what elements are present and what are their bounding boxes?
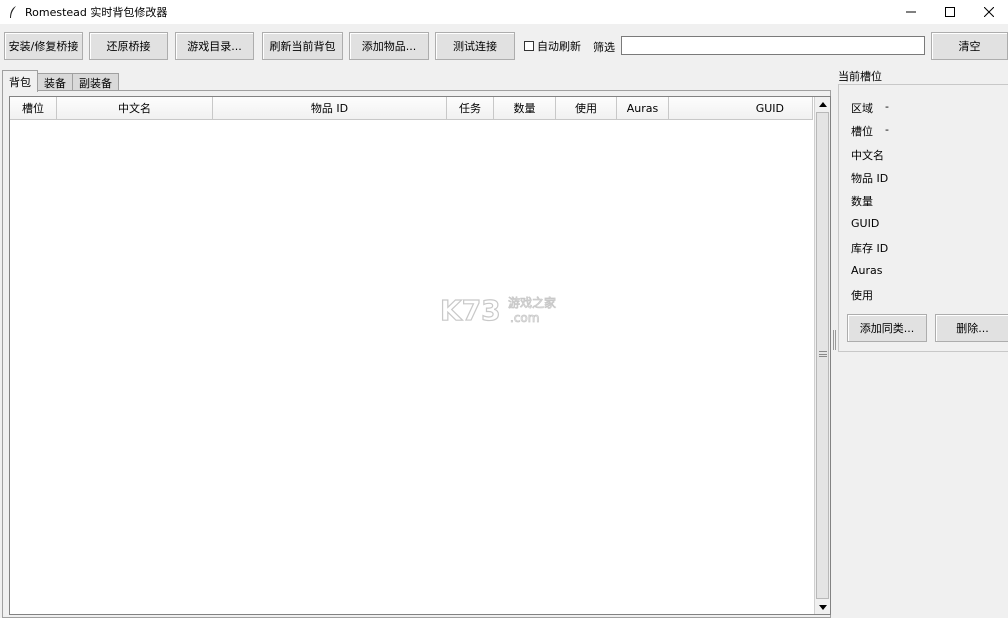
detail-field-zone: 区域 - bbox=[851, 100, 889, 116]
field-label: GUID bbox=[851, 217, 880, 230]
field-value: - bbox=[885, 100, 889, 113]
filter-input[interactable] bbox=[621, 36, 925, 55]
close-icon bbox=[983, 7, 994, 17]
toolbar: 安装/修复桥接 还原桥接 游戏目录... 刷新当前背包 添加物品... 测试连接… bbox=[0, 24, 1008, 64]
add-similar-button[interactable]: 添加同类... bbox=[847, 314, 927, 342]
watermark-brand: K73 bbox=[440, 294, 501, 326]
game-dir-button[interactable]: 游戏目录... bbox=[175, 32, 254, 60]
clear-button[interactable]: 清空 bbox=[931, 32, 1008, 60]
restore-bridge-button[interactable]: 还原桥接 bbox=[89, 32, 168, 60]
detail-field-slot: 槽位 - bbox=[851, 123, 889, 139]
table-body[interactable] bbox=[10, 120, 813, 614]
minimize-button[interactable] bbox=[891, 0, 930, 24]
scroll-up-icon bbox=[818, 101, 827, 107]
field-label: 区域 bbox=[851, 102, 873, 115]
detail-field-item-id: 物品 ID bbox=[851, 170, 900, 186]
detail-group-title: 当前槽位 bbox=[838, 70, 882, 83]
auto-refresh-checkbox[interactable] bbox=[524, 41, 534, 51]
detail-field-guid: GUID bbox=[851, 217, 891, 230]
filter-label: 筛选 bbox=[593, 41, 615, 54]
column-header-auras[interactable]: Auras bbox=[617, 97, 669, 120]
auto-refresh-label: 自动刷新 bbox=[537, 40, 581, 53]
inventory-table[interactable]: 槽位 中文名 物品 ID 任务 数量 使用 Auras GUID bbox=[9, 96, 831, 615]
tab-panel: 槽位 中文名 物品 ID 任务 数量 使用 Auras GUID bbox=[2, 90, 831, 618]
field-label: 中文名 bbox=[851, 149, 884, 162]
left-pane: 背包 装备 副装备 槽位 中文名 物品 ID 任务 数量 使用 Auras GU… bbox=[0, 64, 832, 618]
maximize-button[interactable] bbox=[930, 0, 969, 24]
field-label: 槽位 bbox=[851, 125, 873, 138]
table-header: 槽位 中文名 物品 ID 任务 数量 使用 Auras GUID bbox=[10, 97, 813, 120]
grip-icon bbox=[819, 351, 827, 357]
close-button[interactable] bbox=[969, 0, 1008, 24]
right-pane: 当前槽位 区域 - 槽位 - 中文名 物品 ID 数量 GUID 库存 ID A… bbox=[836, 64, 1008, 618]
field-label: 库存 ID bbox=[851, 242, 889, 255]
column-header-slot[interactable]: 槽位 bbox=[10, 97, 57, 120]
scroll-up-button[interactable] bbox=[815, 97, 830, 111]
field-label: 使用 bbox=[851, 289, 873, 302]
field-value: - bbox=[885, 123, 889, 136]
title-bar: Romestead 实时背包修改器 bbox=[0, 0, 1008, 24]
watermark-sub: 游戏之家 bbox=[508, 295, 556, 310]
field-label: 数量 bbox=[851, 195, 873, 208]
detail-field-name: 中文名 bbox=[851, 147, 896, 163]
column-header-use[interactable]: 使用 bbox=[556, 97, 617, 120]
refresh-bag-button[interactable]: 刷新当前背包 bbox=[262, 32, 343, 60]
feather-icon bbox=[5, 4, 21, 20]
watermark-logo: K73 游戏之家 .com bbox=[439, 292, 570, 327]
detail-group: 区域 - 槽位 - 中文名 物品 ID 数量 GUID 库存 ID Auras bbox=[838, 84, 1008, 352]
field-label: Auras bbox=[851, 264, 883, 277]
column-header-name[interactable]: 中文名 bbox=[57, 97, 213, 120]
test-connection-button[interactable]: 测试连接 bbox=[435, 32, 515, 60]
scroll-down-button[interactable] bbox=[815, 600, 830, 614]
column-header-quantity[interactable]: 数量 bbox=[494, 97, 556, 120]
scroll-thumb[interactable] bbox=[816, 112, 829, 599]
delete-button[interactable]: 删除... bbox=[935, 314, 1008, 342]
install-bridge-button[interactable]: 安装/修复桥接 bbox=[4, 32, 83, 60]
watermark-domain: .com bbox=[510, 311, 539, 325]
column-header-quest[interactable]: 任务 bbox=[447, 97, 494, 120]
detail-field-inventory-id: 库存 ID bbox=[851, 240, 900, 256]
scroll-down-icon bbox=[818, 604, 827, 610]
minimize-icon bbox=[905, 11, 916, 13]
maximize-icon bbox=[944, 7, 955, 17]
column-header-item-id[interactable]: 物品 ID bbox=[213, 97, 447, 120]
auto-refresh-toggle[interactable]: 自动刷新 bbox=[524, 38, 581, 54]
tab-bag[interactable]: 背包 bbox=[2, 70, 38, 92]
add-item-button[interactable]: 添加物品... bbox=[349, 32, 429, 60]
vertical-scrollbar[interactable] bbox=[814, 97, 830, 614]
window-title: Romestead 实时背包修改器 bbox=[25, 6, 168, 19]
field-label: 物品 ID bbox=[851, 172, 889, 185]
column-header-guid[interactable]: GUID bbox=[669, 97, 813, 120]
detail-field-use: 使用 bbox=[851, 287, 885, 303]
detail-field-quantity: 数量 bbox=[851, 193, 885, 209]
tab-bar: 背包 装备 副装备 bbox=[2, 70, 119, 92]
detail-field-auras: Auras bbox=[851, 264, 895, 277]
